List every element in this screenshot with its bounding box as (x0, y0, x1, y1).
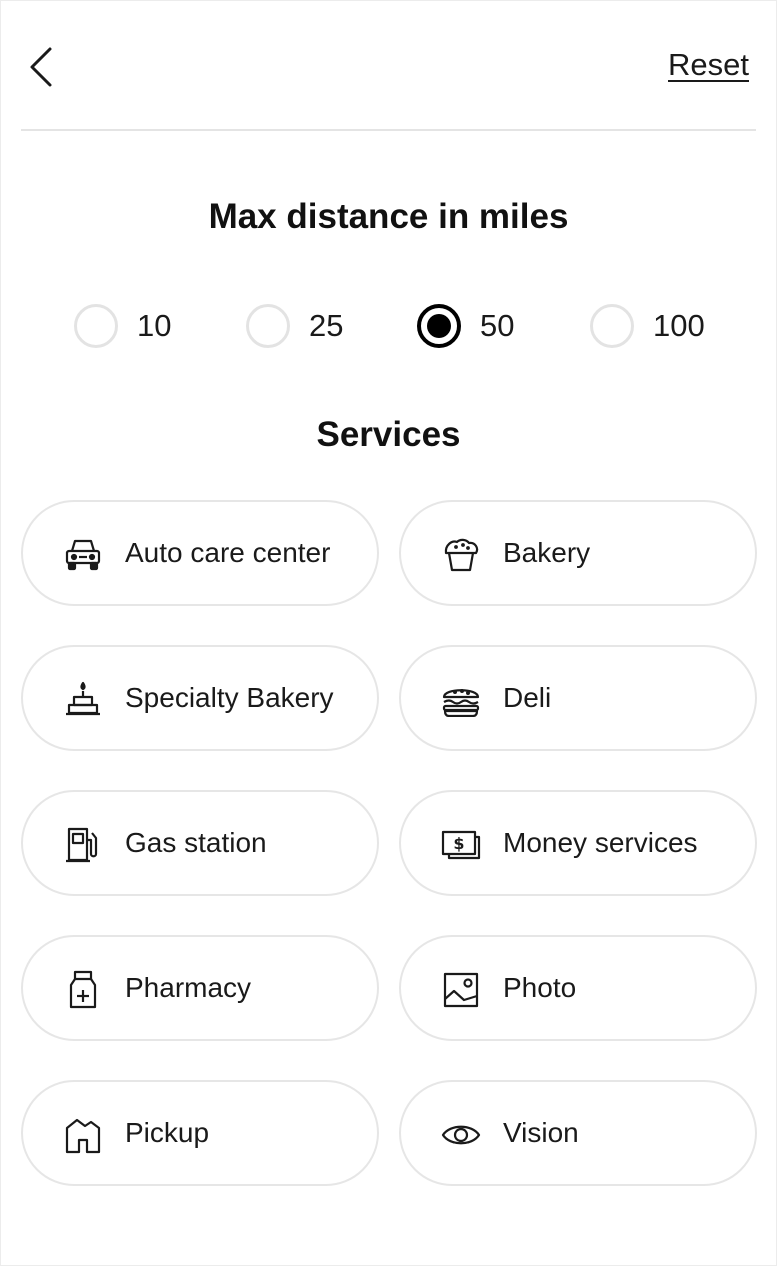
radio-option-10[interactable]: 10 (74, 301, 171, 351)
distance-radio-group: 10 25 50 100 (1, 301, 776, 351)
header-divider (21, 129, 756, 131)
back-button[interactable] (23, 45, 59, 89)
service-chip-label: Bakery (503, 537, 591, 568)
medicine-bottle-icon (63, 970, 103, 1010)
service-chip-pharmacy[interactable]: Pharmacy (21, 935, 379, 1041)
radio-button[interactable] (74, 304, 118, 348)
service-chip-gas-station[interactable]: Gas station (21, 790, 379, 896)
radio-label: 50 (480, 308, 515, 343)
radio-option-25[interactable]: 25 (246, 301, 343, 351)
service-chip-vision[interactable]: Vision (399, 1080, 757, 1186)
radio-button[interactable] (246, 304, 290, 348)
car-icon (63, 535, 103, 575)
muffin-icon (441, 535, 481, 575)
svg-text:$: $ (453, 834, 464, 853)
service-chip-pickup[interactable]: Pickup (21, 1080, 379, 1186)
service-chip-bakery[interactable]: Bakery (399, 500, 757, 606)
service-chip-label: Specialty Bakery (125, 682, 334, 713)
eye-icon (441, 1115, 481, 1155)
service-chip-label: Gas station (125, 827, 267, 858)
radio-option-50[interactable]: 50 (417, 301, 514, 351)
service-chip-label: Pharmacy (125, 972, 252, 1003)
radio-label: 10 (137, 308, 172, 343)
cake-icon (63, 680, 103, 720)
service-chip-auto-care-center[interactable]: Auto care center (21, 500, 379, 606)
radio-option-100[interactable]: 100 (590, 301, 705, 351)
radio-button-selected[interactable] (417, 304, 461, 348)
chevron-left-icon (28, 46, 54, 88)
service-chip-label: Deli (503, 682, 552, 713)
radio-label: 100 (653, 308, 705, 343)
service-chip-label: Auto care center (125, 537, 331, 568)
service-chip-specialty-bakery[interactable]: Specialty Bakery (21, 645, 379, 751)
filter-screen: Reset Max distance in miles 10 25 50 100… (0, 0, 777, 1266)
photo-icon (441, 970, 481, 1010)
radio-selected-dot (427, 314, 451, 338)
service-chip-label: Pickup (125, 1117, 210, 1148)
services-title: Services (316, 415, 461, 454)
service-chip-label: Money services (503, 827, 698, 858)
service-chip-photo[interactable]: Photo (399, 935, 757, 1041)
gas-pump-icon (63, 825, 103, 865)
service-chip-deli[interactable]: Deli (399, 645, 757, 751)
service-chip-label: Photo (503, 972, 577, 1003)
service-chip-money-services[interactable]: $ Money services (399, 790, 757, 896)
distance-title: Max distance in miles (208, 197, 569, 236)
store-icon (63, 1115, 103, 1155)
header: Reset (1, 1, 776, 131)
burger-icon (441, 680, 481, 720)
radio-label: 25 (309, 308, 344, 343)
service-chip-label: Vision (503, 1117, 579, 1148)
reset-link[interactable]: Reset (668, 47, 749, 83)
radio-button[interactable] (590, 304, 634, 348)
money-icon: $ (441, 825, 481, 865)
